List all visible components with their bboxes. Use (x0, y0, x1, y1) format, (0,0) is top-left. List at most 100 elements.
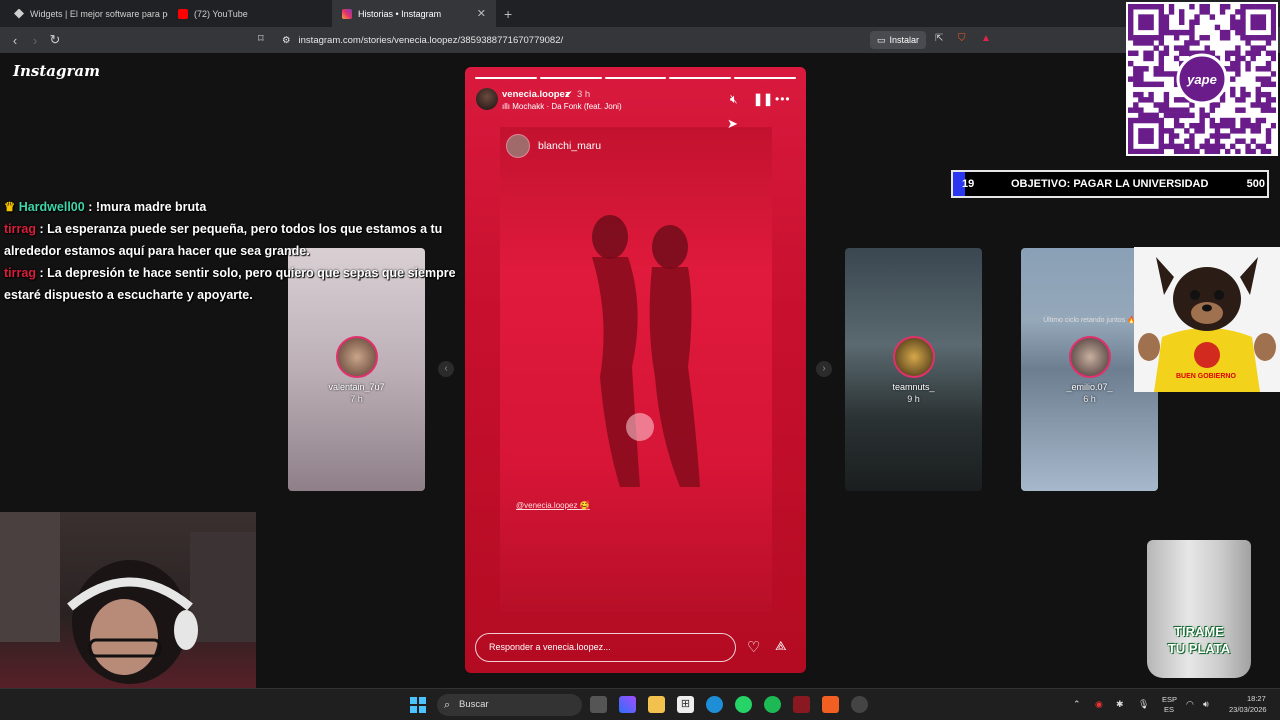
side-story-time: 7 h (350, 394, 363, 404)
chat-username: tirrag (4, 222, 36, 236)
obs-icon[interactable] (851, 696, 868, 713)
brave-icon[interactable] (822, 696, 839, 713)
brave-shield-icon[interactable]: ⛉ (958, 33, 966, 44)
side-story-time: 9 h (907, 394, 920, 404)
spotify-icon[interactable] (764, 696, 781, 713)
dog-illustration (1134, 247, 1280, 392)
taskbar-search[interactable]: ⌕ Buscar (437, 694, 582, 716)
more-options-icon[interactable]: ••• (775, 92, 791, 106)
browser-tabbar: Widgets | El mejor software para pot (72… (0, 0, 1280, 27)
side-story-username: valentain_7u7 (328, 382, 385, 392)
pause-icon[interactable]: ❚❚ (753, 92, 773, 106)
file-explorer-icon[interactable] (648, 696, 665, 713)
mouse-cursor-icon: ➤ (727, 116, 738, 131)
tab-youtube[interactable]: (72) YouTube (168, 0, 332, 27)
windows-start-icon[interactable] (410, 697, 426, 713)
brave-rewards-icon[interactable]: ▲ (981, 33, 991, 44)
browser-toolbar: ‹ › ↻ ⌑ ⚙ instagram.com/stories/venecia.… (0, 27, 1280, 53)
close-icon[interactable]: ✕ (477, 7, 486, 20)
shared-post[interactable]: blanchi_maru @venecia.loopez 🥰 (500, 127, 772, 612)
chat-username: tirrag (4, 266, 36, 280)
dog-caption: BUEN GOBIERNO (1176, 373, 1236, 380)
shared-post-username: blanchi_maru (538, 140, 602, 152)
chat-text: : !mura madre bruta (88, 200, 207, 214)
chat-message: tirrag : La esperanza puede ser pequeña,… (4, 218, 474, 262)
goal-max: 500 (1246, 178, 1265, 190)
goal-current: 19 (962, 178, 975, 190)
volume-icon[interactable]: 🔊︎ (1203, 699, 1209, 710)
clock-time[interactable]: 18:27 (1247, 694, 1266, 703)
tip-jar-line2: TU PLATA (1167, 641, 1231, 656)
send-icon[interactable]: ⟁ (775, 638, 787, 654)
widgets-icon (14, 8, 24, 19)
avatar (335, 336, 378, 378)
site-info-icon[interactable]: ⚙ (282, 35, 291, 46)
avatar[interactable] (476, 88, 498, 110)
story-music[interactable]: ıllı Mochakk · Da Fonk (feat. Joni) (502, 102, 622, 111)
previous-story-button[interactable]: ‹ (438, 361, 454, 377)
language-indicator[interactable]: ESP (1162, 695, 1177, 704)
youtube-icon (178, 8, 188, 19)
instagram-icon (342, 8, 352, 19)
next-story-button[interactable]: › (816, 361, 832, 377)
share-icon[interactable]: ⇱ (935, 33, 943, 44)
search-icon: ⌕ (444, 699, 451, 711)
chat-message: ♛ Hardwell00 : !mura madre bruta (4, 196, 474, 218)
address-bar[interactable]: ⚙ instagram.com/stories/venecia.loopez/3… (282, 31, 563, 49)
svg-text:yape: yape (1186, 72, 1217, 87)
task-view-icon[interactable] (590, 696, 607, 713)
install-button[interactable]: ▭ Instalar (870, 31, 927, 49)
edge-icon[interactable] (706, 696, 723, 713)
crown-icon: ♛ (4, 200, 19, 214)
url-text: instagram.com/stories/venecia.loopez/385… (298, 34, 564, 46)
language-sub: ES (1164, 705, 1175, 714)
side-story-username: teamnuts_ (892, 382, 935, 392)
tab-instagram[interactable]: Historias • Instagram ✕ (332, 0, 496, 27)
yape-qr-code: yape (1126, 2, 1278, 156)
whatsapp-icon[interactable] (735, 696, 752, 713)
tab-label: Widgets | El mejor software para pot (30, 8, 168, 19)
stream-chat: ♛ Hardwell00 : !mura madre bruta tirrag … (4, 196, 474, 306)
story-time: 3 h (577, 89, 591, 100)
avatar (1068, 336, 1111, 378)
copilot-icon[interactable] (619, 696, 636, 713)
dog-thumbs-up-image: BUEN GOBIERNO (1134, 247, 1280, 392)
screen: Widgets | El mejor software para pot (72… (0, 0, 1280, 720)
qr-code-image: yape (1128, 4, 1277, 155)
new-tab-button[interactable]: + (496, 6, 520, 22)
reply-input[interactable]: Responder a venecia.loopez... (475, 633, 736, 662)
story-username[interactable]: venecia.loopez (502, 89, 570, 100)
forward-button[interactable]: › (25, 33, 45, 48)
story-mention[interactable]: @venecia.loopez 🥰 (516, 501, 590, 510)
tray-app-icon[interactable]: ✱ (1116, 699, 1124, 710)
app-icon[interactable] (793, 696, 810, 713)
microphone-icon[interactable]: 🎙︎ (1138, 699, 1149, 710)
bookmark-icon[interactable]: ⌑ (258, 32, 264, 45)
tab-label: Historias • Instagram (358, 8, 442, 19)
side-story-time: 6 h (1083, 394, 1096, 404)
chat-text: : La depresión te hace sentir solo, pero… (4, 266, 456, 302)
wifi-icon[interactable]: ◠ (1186, 699, 1194, 710)
avatar (506, 134, 530, 158)
windows-taskbar: ⌕ Buscar ⊞ ⌃ ◉ ✱ 🎙︎ ESP ES ◠ 🔊︎ 18:27 23… (0, 688, 1280, 720)
donation-goal-bar: 19 OBJETIVO: PAGAR LA UNIVERSIDAD 500 (951, 170, 1269, 198)
heart-icon[interactable]: ♡ (747, 638, 760, 656)
chat-text: : La esperanza puede ser pequeña, pero t… (4, 222, 443, 258)
tab-widgets[interactable]: Widgets | El mejor software para pot (4, 0, 168, 27)
mute-icon[interactable]: 🔇︎ (730, 92, 738, 107)
chat-message: tirrag : La depresión te hace sentir sol… (4, 262, 474, 306)
story-progress (475, 77, 796, 79)
side-story-card[interactable]: teamnuts_ 9 h (845, 248, 982, 491)
tip-jar-image (1147, 540, 1251, 678)
store-icon[interactable]: ⊞ (677, 696, 694, 713)
story-viewer[interactable]: venecia.loopez ✔ 3 h ıllı Mochakk · Da F… (465, 67, 806, 673)
verified-icon: ✔ (565, 89, 573, 99)
story-photo (592, 215, 700, 487)
instagram-logo[interactable]: Instagram (13, 62, 100, 80)
tray-app-icon[interactable]: ◉ (1095, 699, 1103, 710)
chevron-up-icon[interactable]: ⌃ (1073, 699, 1081, 710)
tab-label: (72) YouTube (194, 8, 248, 19)
back-button[interactable]: ‹ (5, 33, 25, 48)
reload-button[interactable]: ↻ (45, 32, 65, 48)
goal-label: OBJETIVO: PAGAR LA UNIVERSIDAD (1011, 178, 1209, 190)
